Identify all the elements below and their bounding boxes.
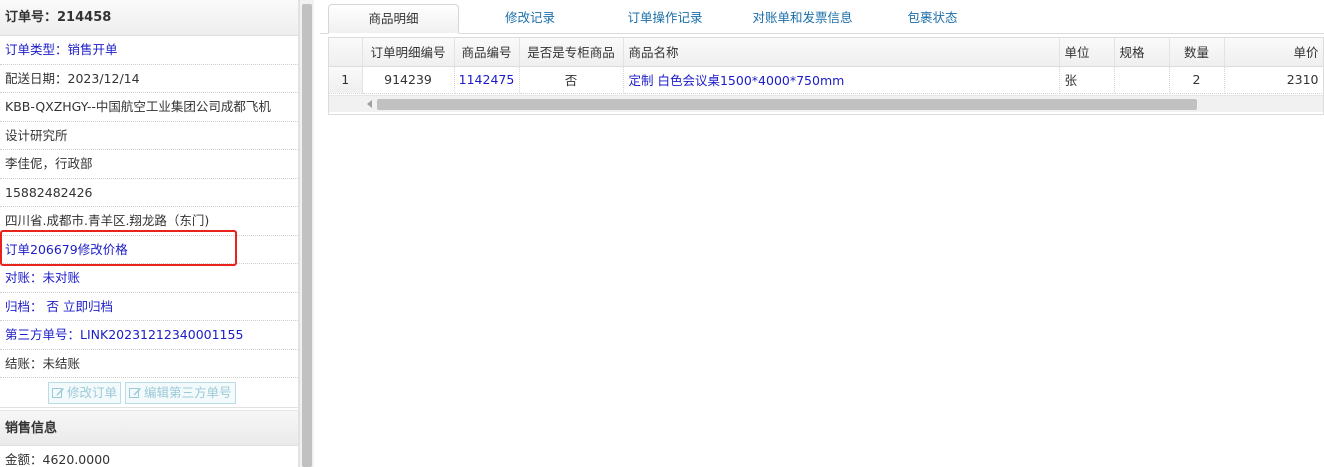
price-cell: 2310: [1224, 66, 1323, 94]
unit-cell: 张: [1059, 66, 1115, 94]
edit-order-button[interactable]: 修改订单: [48, 381, 122, 404]
order-detail-panel: 商品明细 修改记录 订单操作记录 对账单和发票信息 包裹状态 订单明细编号 商品…: [320, 0, 1324, 467]
product-detail-grid: 订单明细编号 商品编号 是否是专柜商品 商品名称 单位 规格 数量 单价 1 9…: [328, 37, 1324, 115]
customer-company-line2: 设计研究所: [5, 127, 68, 143]
edit-third-party-number-label: 编辑第三方单号: [144, 384, 232, 400]
scrollbar-thumb[interactable]: [302, 4, 312, 467]
order-number-label: 订单号：: [5, 10, 58, 25]
quantity-cell: 2: [1169, 66, 1225, 94]
delivery-date-row: 配送日期：2023/12/14: [0, 65, 298, 93]
delivery-date-label: 配送日期：: [5, 70, 68, 86]
column-header[interactable]: 是否是专柜商品: [519, 38, 624, 67]
edit-icon: [51, 386, 65, 400]
spec-cell: [1114, 66, 1170, 94]
detail-id-cell: 914239: [362, 66, 455, 94]
column-header[interactable]: 数量: [1169, 38, 1225, 67]
column-header[interactable]: 订单明细编号: [362, 38, 455, 67]
detail-tabs: 商品明细 修改记录 订单操作记录 对账单和发票信息 包裹状态: [320, 0, 1324, 34]
archive-label: 归档：: [5, 298, 43, 314]
tab-operation-log[interactable]: 订单操作记录: [600, 4, 730, 34]
third-party-number-row: 第三方单号：LINK20231212340001155: [0, 321, 298, 350]
third-party-number-label: 第三方单号：: [5, 327, 81, 342]
product-name-link[interactable]: 定制 白色会议桌1500*4000*750mm: [623, 66, 1060, 94]
column-header[interactable]: 商品编号: [454, 38, 520, 67]
archive-value: 否: [46, 298, 60, 314]
is-counter-cell: 否: [519, 66, 624, 94]
order-type-label: 订单类型：: [5, 42, 68, 57]
column-header[interactable]: 单位: [1059, 38, 1115, 67]
row-number: 1: [329, 66, 363, 94]
scroll-left-arrow-icon[interactable]: [367, 100, 372, 108]
tab-package-status[interactable]: 包裹状态: [880, 4, 985, 34]
contact-person-value: 李佳伲，行政部: [5, 156, 93, 171]
product-id-link[interactable]: 1142475: [454, 66, 520, 94]
edit-order-label: 修改订单: [67, 384, 118, 400]
customer-company-row-2: 设计研究所: [0, 122, 298, 150]
table-header-row: 订单明细编号 商品编号 是否是专柜商品 商品名称 单位 规格 数量 单价: [329, 38, 1323, 67]
order-type-value: 销售开单: [67, 42, 118, 57]
third-party-number-value: LINK20231212340001155: [80, 327, 244, 342]
settlement-value: 未结账: [42, 355, 81, 371]
customer-company-row: KBB-QXZHGY--中国航空工业集团公司成都飞机: [0, 93, 298, 122]
remark-value: 订单206679修改价格: [5, 241, 128, 257]
tab-product-details[interactable]: 商品明细: [328, 4, 459, 34]
scrollbar-thumb[interactable]: [377, 99, 1197, 110]
left-panel-scrollbar[interactable]: [299, 0, 314, 467]
order-number-header: 订单号：214458: [0, 0, 298, 36]
order-type-row: 订单类型：销售开单: [0, 36, 298, 65]
tab-change-log[interactable]: 修改记录: [470, 4, 590, 34]
edit-icon: [128, 386, 142, 400]
reconciliation-row: 对账：未对账: [0, 264, 298, 293]
order-action-buttons: 修改订单 编辑第三方单号: [0, 378, 298, 408]
phone-row: 15882482426: [0, 179, 298, 207]
address-value: 四川省.成都市.青羊区.翔龙路（东门): [5, 213, 210, 228]
column-header[interactable]: 单价: [1224, 38, 1323, 67]
column-header[interactable]: 商品名称: [623, 38, 1060, 67]
reconciliation-label: 对账：: [5, 270, 43, 285]
edit-third-party-number-button[interactable]: 编辑第三方单号: [125, 381, 236, 404]
reconciliation-value: 未对账: [42, 270, 81, 285]
amount-value: 4620.0000: [42, 452, 111, 467]
archive-row: 归档： 否 立即归档: [0, 293, 298, 321]
column-header[interactable]: 规格: [1114, 38, 1170, 67]
phone-value: 15882482426: [5, 184, 93, 200]
delivery-date-value: 2023/12/14: [67, 70, 140, 86]
table-row[interactable]: 1 914239 1142475 否 定制 白色会议桌1500*4000*750…: [329, 66, 1323, 94]
sales-info-header: 销售信息: [0, 410, 298, 446]
amount-row: 金额：4620.0000: [0, 446, 298, 467]
table-horizontal-scrollbar[interactable]: [329, 95, 1323, 112]
amount-label: 金额：: [5, 452, 43, 467]
settlement-label: 结账：: [5, 355, 43, 371]
contact-person-row: 李佳伲，行政部: [0, 150, 298, 179]
rownum-header: [329, 38, 363, 67]
product-table: 订单明细编号 商品编号 是否是专柜商品 商品名称 单位 规格 数量 单价 1 9…: [329, 38, 1323, 94]
order-number-value: 214458: [57, 10, 112, 25]
remark-row: 订单206679修改价格: [0, 236, 298, 264]
address-row: 四川省.成都市.青羊区.翔龙路（东门): [0, 207, 298, 236]
archive-now-link[interactable]: 立即归档: [63, 299, 113, 314]
customer-company-line1: KBB-QXZHGY--中国航空工业集团公司成都飞机: [5, 99, 271, 114]
settlement-row: 结账：未结账: [0, 350, 298, 378]
tab-statement-invoice[interactable]: 对账单和发票信息: [735, 4, 870, 34]
order-info-panel: 订单号：214458 订单类型：销售开单 配送日期：2023/12/14 KBB…: [0, 0, 299, 467]
